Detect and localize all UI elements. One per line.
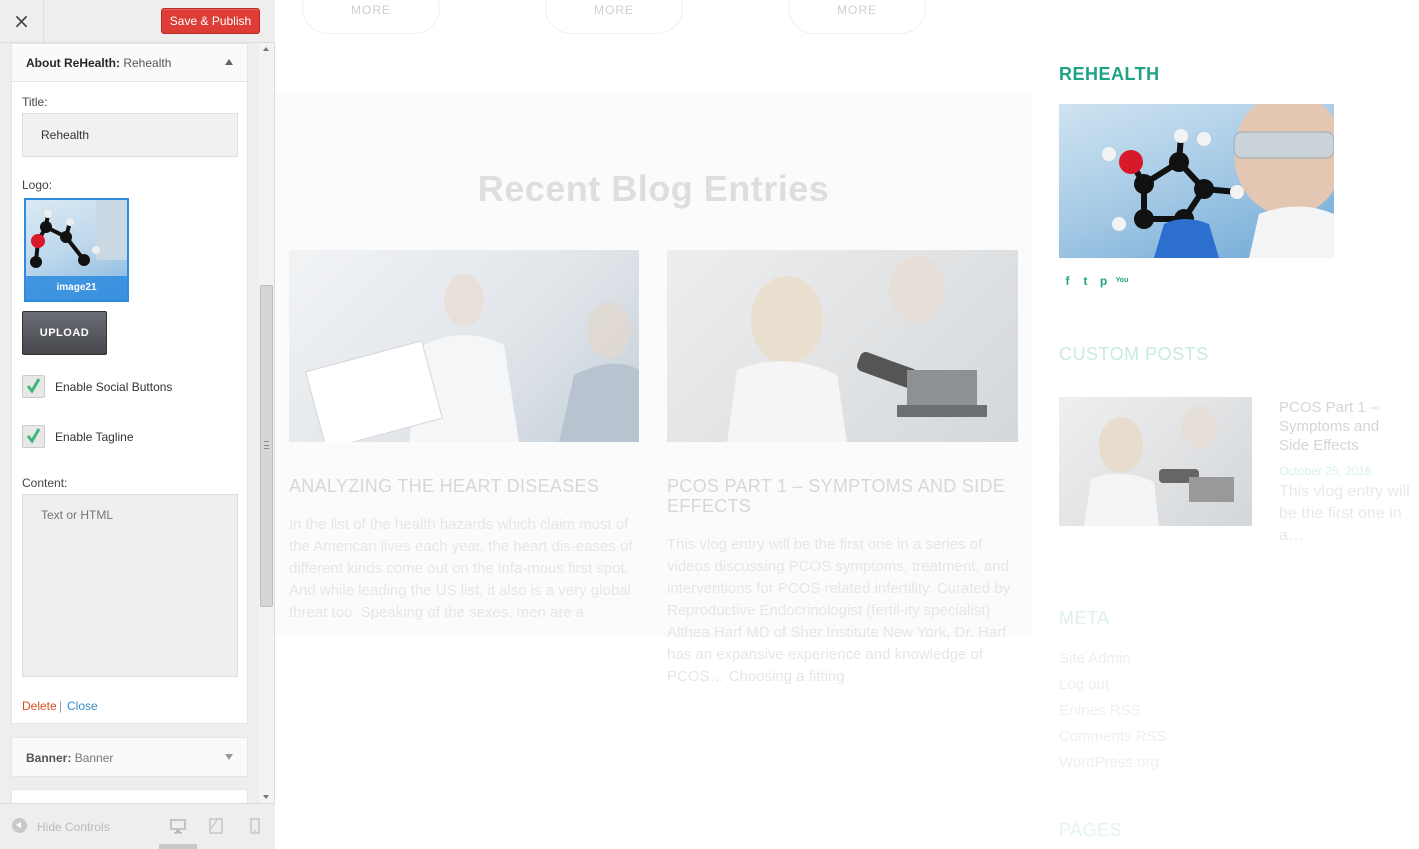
facebook-icon[interactable]: f xyxy=(1061,274,1074,288)
twitter-icon[interactable]: t xyxy=(1079,274,1092,288)
blog-heading: Recent Blog Entries xyxy=(477,168,830,209)
widget-title-prefix: About ReHealth: xyxy=(26,56,120,70)
widget-title-name: Rehealth xyxy=(123,56,172,70)
widget-header[interactable]: About ReHealth: Rehealth xyxy=(12,44,247,82)
checkmark-icon xyxy=(27,428,40,444)
about-heading: REHEALTH xyxy=(1059,64,1160,84)
hide-controls-icon[interactable] xyxy=(12,818,27,833)
logo-thumbnail[interactable]: image21 xyxy=(24,198,129,302)
banner-title-name: Banner xyxy=(74,751,114,765)
meta-link-log-out[interactable]: Log out xyxy=(1059,676,1109,693)
logo-caption: image21 xyxy=(26,276,127,300)
post-title[interactable]: ANALYZING THE HEART DISEASES xyxy=(289,476,639,496)
close-link[interactable]: Close xyxy=(67,699,98,713)
social-icons: f t p You xyxy=(1061,274,1129,288)
save-publish-button[interactable]: Save & Publish xyxy=(161,8,260,34)
custom-post-date: October 25, 2016 xyxy=(1279,464,1372,478)
enable-tagline-checkbox[interactable] xyxy=(22,425,45,448)
custom-post-title[interactable]: PCOS Part 1 – Symptoms and Side Effects xyxy=(1279,398,1409,455)
meta-heading: META xyxy=(1059,608,1110,628)
about-logo-image xyxy=(1059,104,1334,258)
more-button[interactable]: MORE xyxy=(545,0,683,34)
content-label: Content: xyxy=(22,476,68,490)
banner-widget[interactable]: Banner: Banner xyxy=(11,737,248,777)
customizer-sidebar: × Save & Publish About ReHealth: Rehealt… xyxy=(0,0,275,849)
meta-link-comments-rss[interactable]: Comments RSS xyxy=(1059,728,1167,745)
post-excerpt: This vlog entry will be the first one in… xyxy=(667,536,1011,685)
title-label: Title: xyxy=(22,95,48,109)
scroll-up-icon[interactable] xyxy=(263,47,269,51)
meta-link-wordpress[interactable]: WordPress.org xyxy=(1059,754,1159,771)
link-separator: | xyxy=(59,699,63,713)
banner-title-prefix: Banner: xyxy=(26,751,72,765)
post-title[interactable]: PCOS PART 1 – SYMPTOMS AND SIDE EFFECTS xyxy=(667,476,1022,516)
meta-link-site-admin[interactable]: Site Admin xyxy=(1059,650,1131,667)
scroll-thumb[interactable] xyxy=(260,285,273,607)
collapse-arrow-icon[interactable] xyxy=(225,59,233,65)
youtube-icon[interactable]: You xyxy=(1115,274,1129,288)
content-textarea[interactable]: Text or HTML xyxy=(22,494,238,677)
post-image-microscope[interactable] xyxy=(667,250,1018,442)
scientist-molecule-photo xyxy=(1102,104,1334,258)
title-input[interactable]: Rehealth xyxy=(22,113,238,157)
custom-post-excerpt: This vlog entry will be the first one in… xyxy=(1279,483,1410,544)
enable-tagline-label: Enable Tagline xyxy=(55,430,134,444)
controls-scroll-area: About ReHealth: Rehealth Title: Rehealth… xyxy=(0,43,275,803)
hide-controls-label[interactable]: Hide Controls xyxy=(37,820,110,834)
delete-link[interactable]: Delete xyxy=(22,699,57,713)
more-button[interactable]: MORE xyxy=(302,0,440,34)
pages-heading: PAGES xyxy=(1059,820,1123,840)
more-button[interactable]: MORE xyxy=(788,0,926,34)
logo-label: Logo: xyxy=(22,178,53,192)
tablet-icon[interactable] xyxy=(208,818,224,834)
about-rehealth-widget: About ReHealth: Rehealth Title: Rehealth… xyxy=(11,43,248,724)
banner-widget-title: Banner: Banner xyxy=(26,751,113,765)
sidebar-scrollbar[interactable] xyxy=(259,43,274,803)
post-image-doctor[interactable] xyxy=(289,250,639,442)
mobile-icon[interactable] xyxy=(247,818,263,834)
custom-posts-heading: CUSTOM POSTS xyxy=(1059,344,1209,364)
molecule-image xyxy=(30,200,127,268)
pinterest-icon[interactable]: p xyxy=(1097,274,1110,288)
active-device-indicator xyxy=(159,844,197,849)
close-icon[interactable]: × xyxy=(0,0,44,43)
customizer-footer: Hide Controls xyxy=(0,803,275,849)
enable-social-checkbox[interactable] xyxy=(22,375,45,398)
next-widget[interactable] xyxy=(11,789,248,803)
site-preview: MORE MORE MORE Recent Blog Entries ANALY… xyxy=(275,0,1419,849)
microscope-photo xyxy=(727,256,987,442)
checkmark-icon xyxy=(27,378,40,394)
doctor-photo xyxy=(305,274,639,442)
grip-icon xyxy=(264,441,269,449)
customizer-header: × Save & Publish xyxy=(0,0,275,43)
scroll-down-icon[interactable] xyxy=(263,795,269,799)
custom-post-image[interactable] xyxy=(1059,397,1252,526)
post-excerpt: In the list of the health hazards which … xyxy=(289,516,633,621)
widget-title: About ReHealth: Rehealth xyxy=(26,56,171,70)
upload-button[interactable]: UPLOAD xyxy=(22,311,107,355)
meta-link-entries-rss[interactable]: Entries RSS xyxy=(1059,702,1141,719)
expand-arrow-icon[interactable] xyxy=(225,754,233,760)
microscope-thumbnail xyxy=(1084,405,1234,526)
desktop-icon[interactable] xyxy=(170,818,186,834)
enable-social-label: Enable Social Buttons xyxy=(55,380,173,394)
